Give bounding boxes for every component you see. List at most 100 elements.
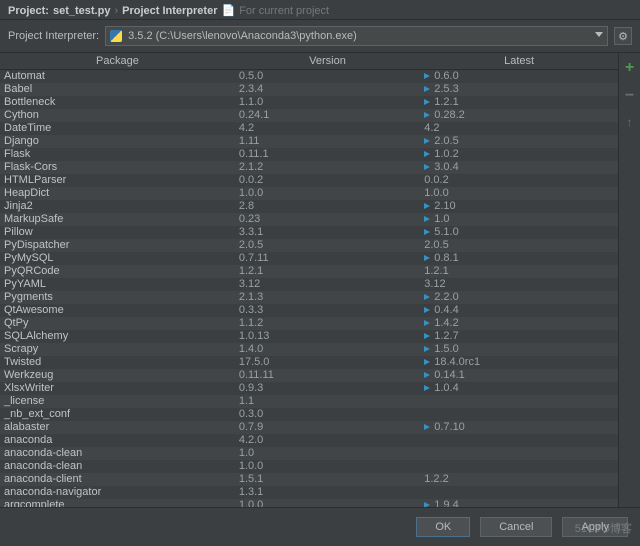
package-name: PyQRCode: [0, 265, 235, 278]
package-latest: 1.2.1: [420, 265, 618, 278]
package-name: argcomplete: [0, 499, 235, 508]
table-row[interactable]: Pygments2.1.32.2.0: [0, 291, 618, 304]
package-name: HeapDict: [0, 187, 235, 200]
breadcrumb: Project: set_test.py › Project Interpret…: [8, 4, 632, 17]
package-latest: 5.1.0: [420, 226, 618, 239]
table-row[interactable]: anaconda-clean1.0.0: [0, 460, 618, 473]
table-row[interactable]: Scrapy1.4.01.5.0: [0, 343, 618, 356]
upgrade-arrow-icon: [424, 359, 430, 365]
table-row[interactable]: _license1.1: [0, 395, 618, 408]
table-row[interactable]: anaconda4.2.0: [0, 434, 618, 447]
package-version: 4.2: [235, 122, 420, 135]
interpreter-label: Project Interpreter:: [8, 30, 99, 42]
package-latest: 3.12: [420, 278, 618, 291]
upgrade-arrow-icon: [424, 112, 430, 118]
table-row[interactable]: HeapDict1.0.01.0.0: [0, 187, 618, 200]
package-latest: 1.0: [420, 213, 618, 226]
package-version: 0.7.11: [235, 252, 420, 265]
package-name: Pillow: [0, 226, 235, 239]
table-row[interactable]: MarkupSafe0.231.0: [0, 213, 618, 226]
package-version: 2.3.4: [235, 83, 420, 96]
table-row[interactable]: anaconda-navigator1.3.1: [0, 486, 618, 499]
upgrade-arrow-icon: [424, 424, 430, 430]
package-version: 0.3.0: [235, 408, 420, 421]
package-name: anaconda: [0, 434, 235, 447]
upgrade-arrow-icon: [424, 86, 430, 92]
package-latest: 2.0.5: [420, 135, 618, 148]
package-name: Twisted: [0, 356, 235, 369]
table-row[interactable]: DateTime4.24.2: [0, 122, 618, 135]
table-row[interactable]: alabaster0.7.90.7.10: [0, 421, 618, 434]
package-name: QtPy: [0, 317, 235, 330]
table-row[interactable]: Django1.112.0.5: [0, 135, 618, 148]
cancel-button[interactable]: Cancel: [480, 517, 552, 537]
table-row[interactable]: Flask0.11.11.0.2: [0, 148, 618, 161]
upgrade-arrow-icon: [424, 151, 430, 157]
table-row[interactable]: anaconda-clean1.0: [0, 447, 618, 460]
table-row[interactable]: PyDispatcher2.0.52.0.5: [0, 239, 618, 252]
package-version: 0.23: [235, 213, 420, 226]
package-version: 1.1: [235, 395, 420, 408]
package-version: 3.12: [235, 278, 420, 291]
remove-package-button[interactable]: −: [625, 87, 634, 105]
upgrade-arrow-icon: [424, 138, 430, 144]
package-latest: 3.0.4: [420, 161, 618, 174]
package-latest: 1.0.0: [420, 187, 618, 200]
table-row[interactable]: Flask-Cors2.1.23.0.4: [0, 161, 618, 174]
table-row[interactable]: PyYAML3.123.12: [0, 278, 618, 291]
table-row[interactable]: Twisted17.5.018.4.0rc1: [0, 356, 618, 369]
table-row[interactable]: Pillow3.3.15.1.0: [0, 226, 618, 239]
package-version: 17.5.0: [235, 356, 420, 369]
col-latest[interactable]: Latest: [420, 53, 618, 70]
minus-icon: −: [625, 87, 634, 104]
table-row[interactable]: Bottleneck1.1.01.2.1: [0, 96, 618, 109]
package-name: Babel: [0, 83, 235, 96]
package-version: 0.3.3: [235, 304, 420, 317]
package-name: QtAwesome: [0, 304, 235, 317]
table-row[interactable]: Jinja22.82.10: [0, 200, 618, 213]
upgrade-arrow-icon: [424, 320, 430, 326]
interpreter-select[interactable]: 3.5.2 (C:\Users\lenovo\Anaconda3\python.…: [105, 26, 608, 46]
package-latest: 1.4.2: [420, 317, 618, 330]
ok-button[interactable]: OK: [416, 517, 470, 537]
table-row[interactable]: argcomplete1.0.01.9.4: [0, 499, 618, 508]
package-name: _license: [0, 395, 235, 408]
settings-button[interactable]: ⚙: [614, 27, 632, 45]
package-version: 0.24.1: [235, 109, 420, 122]
package-name: anaconda-clean: [0, 447, 235, 460]
package-version: 0.9.3: [235, 382, 420, 395]
package-version: 0.11.1: [235, 148, 420, 161]
table-row[interactable]: SQLAlchemy1.0.131.2.7: [0, 330, 618, 343]
table-row[interactable]: QtAwesome0.3.30.4.4: [0, 304, 618, 317]
col-package[interactable]: Package: [0, 53, 235, 70]
package-name: anaconda-navigator: [0, 486, 235, 499]
package-name: Flask-Cors: [0, 161, 235, 174]
table-row[interactable]: HTMLParser0.0.20.0.2: [0, 174, 618, 187]
add-package-button[interactable]: +: [625, 59, 634, 77]
table-row[interactable]: PyQRCode1.2.11.2.1: [0, 265, 618, 278]
packages-table[interactable]: Package Version Latest Automat0.5.00.6.0…: [0, 53, 618, 507]
package-latest: 1.9.4: [420, 499, 618, 508]
table-header-row: Package Version Latest: [0, 53, 618, 70]
upgrade-package-button[interactable]: ↑: [627, 115, 633, 129]
table-row[interactable]: Babel2.3.42.5.3: [0, 83, 618, 96]
table-row[interactable]: Werkzeug0.11.110.14.1: [0, 369, 618, 382]
package-version: 1.0.0: [235, 460, 420, 473]
table-row[interactable]: QtPy1.1.21.4.2: [0, 317, 618, 330]
table-row[interactable]: XlsxWriter0.9.31.0.4: [0, 382, 618, 395]
breadcrumb-hint: For current project: [239, 5, 329, 17]
table-row[interactable]: Cython0.24.10.28.2: [0, 109, 618, 122]
table-row[interactable]: Automat0.5.00.6.0: [0, 70, 618, 83]
gear-icon: ⚙: [618, 30, 628, 43]
col-version[interactable]: Version: [235, 53, 420, 70]
table-row[interactable]: anaconda-client1.5.11.2.2: [0, 473, 618, 486]
package-version: 1.0: [235, 447, 420, 460]
apply-button[interactable]: Apply: [562, 517, 628, 537]
package-version: 0.7.9: [235, 421, 420, 434]
table-row[interactable]: PyMySQL0.7.110.8.1: [0, 252, 618, 265]
package-name: XlsxWriter: [0, 382, 235, 395]
package-latest: 1.2.7: [420, 330, 618, 343]
upgrade-arrow-icon: [424, 502, 430, 507]
table-row[interactable]: _nb_ext_conf0.3.0: [0, 408, 618, 421]
package-latest: 2.5.3: [420, 83, 618, 96]
